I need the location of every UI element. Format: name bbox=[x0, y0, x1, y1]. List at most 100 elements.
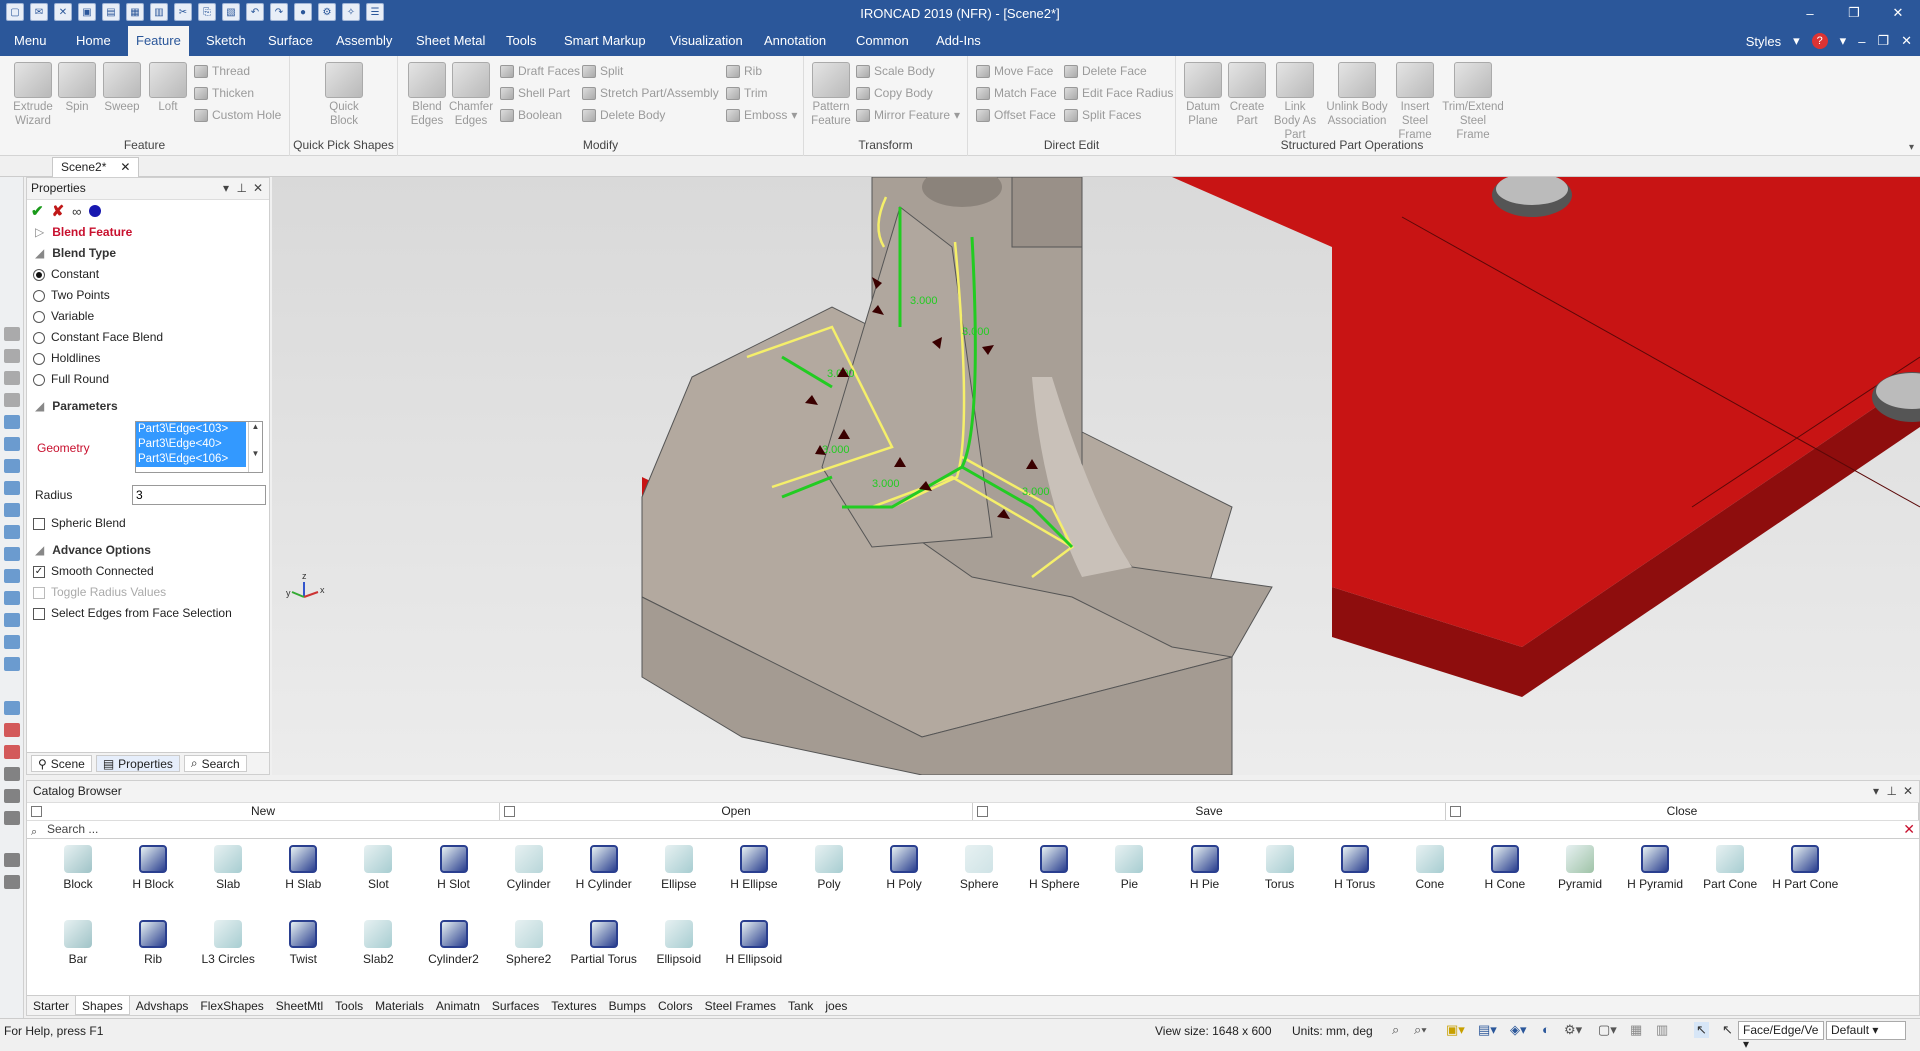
filter-icon[interactable]: ▦ bbox=[1630, 1022, 1642, 1038]
help-icon[interactable]: ? bbox=[1811, 33, 1828, 49]
mdi-minimize-icon[interactable]: – bbox=[1858, 34, 1865, 49]
blend-edges-button[interactable]: Blend Edges bbox=[402, 62, 452, 128]
catalog-shape-h-ellipse[interactable]: H Ellipse bbox=[717, 845, 791, 891]
shell-part-button[interactable]: Shell Part bbox=[500, 86, 570, 100]
styles-menu[interactable]: Styles bbox=[1746, 34, 1781, 49]
catalog-tab-textures[interactable]: Textures bbox=[545, 996, 602, 1015]
tool-16-icon[interactable] bbox=[4, 657, 20, 671]
tab-smart-markup[interactable]: Smart Markup bbox=[556, 26, 654, 56]
catalog-tab-steel-frames[interactable]: Steel Frames bbox=[699, 996, 782, 1015]
stretch-part-button[interactable]: Stretch Part/Assembly bbox=[582, 86, 719, 100]
radio-full-round[interactable]: Full Round bbox=[27, 369, 269, 390]
layers-icon[interactable]: ▥ bbox=[1656, 1022, 1668, 1038]
tab-sheet-metal[interactable]: Sheet Metal bbox=[408, 26, 493, 56]
tool-24-icon[interactable] bbox=[4, 875, 20, 889]
chevron-down-icon[interactable]: ▾ bbox=[223, 181, 229, 195]
catalog-tab-sheetmtl[interactable]: SheetMtl bbox=[270, 996, 329, 1015]
preview-glasses-icon[interactable]: ∞ bbox=[72, 204, 81, 219]
select-cursor-icon[interactable]: ↖ bbox=[1694, 1022, 1709, 1038]
catalog-tab-tank[interactable]: Tank bbox=[782, 996, 819, 1015]
boolean-button[interactable]: Boolean bbox=[500, 108, 562, 122]
chamfer-edges-button[interactable]: Chamfer Edges bbox=[446, 62, 496, 128]
mdi-close-icon[interactable]: ✕ bbox=[1901, 33, 1912, 49]
tool-22-icon[interactable] bbox=[4, 811, 20, 825]
tab-feature[interactable]: Feature bbox=[128, 26, 189, 56]
draft-faces-button[interactable]: Draft Faces bbox=[500, 64, 580, 78]
catalog-shape-twist[interactable]: Twist bbox=[266, 920, 340, 966]
custom-hole-button[interactable]: Custom Hole bbox=[194, 108, 281, 122]
catalog-tab-animatn[interactable]: Animatn bbox=[430, 996, 486, 1015]
display-icon[interactable]: ▢▾ bbox=[1598, 1022, 1617, 1038]
select-edges-option[interactable]: Select Edges from Face Selection bbox=[27, 603, 269, 624]
tab-surface[interactable]: Surface bbox=[260, 26, 321, 56]
tab-properties[interactable]: ▤ Properties bbox=[95, 755, 180, 772]
pin-icon[interactable]: ⊥ bbox=[1887, 784, 1897, 798]
tool-12-icon[interactable] bbox=[4, 569, 20, 583]
scale-body-button[interactable]: Scale Body bbox=[856, 64, 935, 78]
tab-add-ins[interactable]: Add-Ins bbox=[928, 26, 989, 56]
catalog-tab-colors[interactable]: Colors bbox=[652, 996, 699, 1015]
link-body-button[interactable]: Link Body As Part bbox=[1270, 62, 1320, 142]
catalog-open-button[interactable]: Open bbox=[500, 803, 973, 820]
minimize-button[interactable]: – bbox=[1788, 0, 1832, 26]
tool-13-icon[interactable] bbox=[4, 591, 20, 605]
mirror-feature-button[interactable]: Mirror Feature ▾ bbox=[856, 108, 960, 122]
radio-icon[interactable] bbox=[33, 373, 45, 386]
catalog-shape-h-poly[interactable]: H Poly bbox=[867, 845, 941, 891]
catalog-tab-shapes[interactable]: Shapes bbox=[75, 996, 130, 1015]
tool-5-icon[interactable] bbox=[4, 415, 20, 429]
catalog-shape-rib[interactable]: Rib bbox=[116, 920, 190, 966]
tab-annotation[interactable]: Annotation bbox=[756, 26, 834, 56]
catalog-tab-joes[interactable]: joes bbox=[819, 996, 853, 1015]
catalog-shape-ellipsoid[interactable]: Ellipsoid bbox=[642, 920, 716, 966]
catalog-tab-bumps[interactable]: Bumps bbox=[603, 996, 652, 1015]
catalog-shape-ellipse[interactable]: Ellipse bbox=[642, 845, 716, 891]
3d-viewport[interactable]: 3.000 3.000 3.000 3.000 3.000 3.000 z bbox=[272, 177, 1920, 775]
radio-constant-face-blend[interactable]: Constant Face Blend bbox=[27, 327, 269, 348]
parameters-section[interactable]: ◢ Parameters bbox=[27, 396, 269, 417]
checkbox-icon[interactable] bbox=[33, 607, 45, 620]
advance-options-section[interactable]: ◢ Advance Options bbox=[27, 540, 269, 561]
tool-11-icon[interactable] bbox=[4, 547, 20, 561]
offset-face-button[interactable]: Offset Face bbox=[976, 108, 1056, 122]
accept-check-icon[interactable]: ✔ bbox=[31, 202, 44, 220]
catalog-shape-part-cone[interactable]: Part Cone bbox=[1693, 845, 1767, 891]
catalog-shape-cylinder[interactable]: Cylinder bbox=[492, 845, 566, 891]
clear-search-icon[interactable]: ✕ bbox=[1903, 821, 1915, 838]
radio-icon[interactable] bbox=[33, 289, 45, 302]
split-faces-button[interactable]: Split Faces bbox=[1064, 108, 1141, 122]
tab-menu[interactable]: Menu bbox=[6, 26, 55, 56]
zoom-fit-icon[interactable]: ⌕▾ bbox=[1414, 1022, 1427, 1038]
tool-4-icon[interactable] bbox=[4, 393, 20, 407]
smooth-connected-option[interactable]: ✓ Smooth Connected bbox=[27, 561, 269, 582]
tool-3-icon[interactable] bbox=[4, 371, 20, 385]
radio-constant[interactable]: Constant bbox=[27, 264, 269, 285]
catalog-shape-h-slot[interactable]: H Slot bbox=[417, 845, 491, 891]
close-icon[interactable]: ✕ bbox=[120, 160, 130, 175]
tool-20-icon[interactable] bbox=[4, 767, 20, 781]
catalog-tab-advshaps[interactable]: Advshaps bbox=[130, 996, 195, 1015]
tool-9-icon[interactable] bbox=[4, 503, 20, 517]
radio-icon[interactable] bbox=[33, 310, 45, 323]
list-item[interactable]: Part3\Edge<106> bbox=[136, 452, 246, 467]
catalog-shape-h-cone[interactable]: H Cone bbox=[1468, 845, 1542, 891]
chevron-down-icon[interactable]: ▾ bbox=[1840, 33, 1847, 49]
render-mode-icon[interactable]: ▤▾ bbox=[1478, 1022, 1497, 1038]
copy-body-button[interactable]: Copy Body bbox=[856, 86, 933, 100]
radio-icon[interactable] bbox=[33, 331, 45, 344]
catalog-shape-pie[interactable]: Pie bbox=[1092, 845, 1166, 891]
catalog-save-button[interactable]: Save bbox=[973, 803, 1446, 820]
tab-search[interactable]: ⌕ Search bbox=[183, 755, 247, 772]
catalog-shape-h-torus[interactable]: H Torus bbox=[1318, 845, 1392, 891]
radio-two-points[interactable]: Two Points bbox=[27, 285, 269, 306]
blend-type-section[interactable]: ◢ Blend Type bbox=[27, 243, 269, 264]
catalog-shape-partial-torus[interactable]: Partial Torus bbox=[567, 920, 641, 966]
catalog-shape-h-sphere[interactable]: H Sphere bbox=[1017, 845, 1091, 891]
trim-button[interactable]: Trim bbox=[726, 86, 768, 100]
pick-cursor-icon[interactable]: ↖ bbox=[1722, 1022, 1733, 1038]
geometry-list[interactable]: Part3\Edge<103> Part3\Edge<40> Part3\Edg… bbox=[135, 421, 263, 473]
catalog-shape-l3-circles[interactable]: L3 Circles bbox=[191, 920, 265, 966]
tool-15-icon[interactable] bbox=[4, 635, 20, 649]
red-plate-top[interactable] bbox=[1172, 177, 1920, 647]
tool-21-icon[interactable] bbox=[4, 789, 20, 803]
